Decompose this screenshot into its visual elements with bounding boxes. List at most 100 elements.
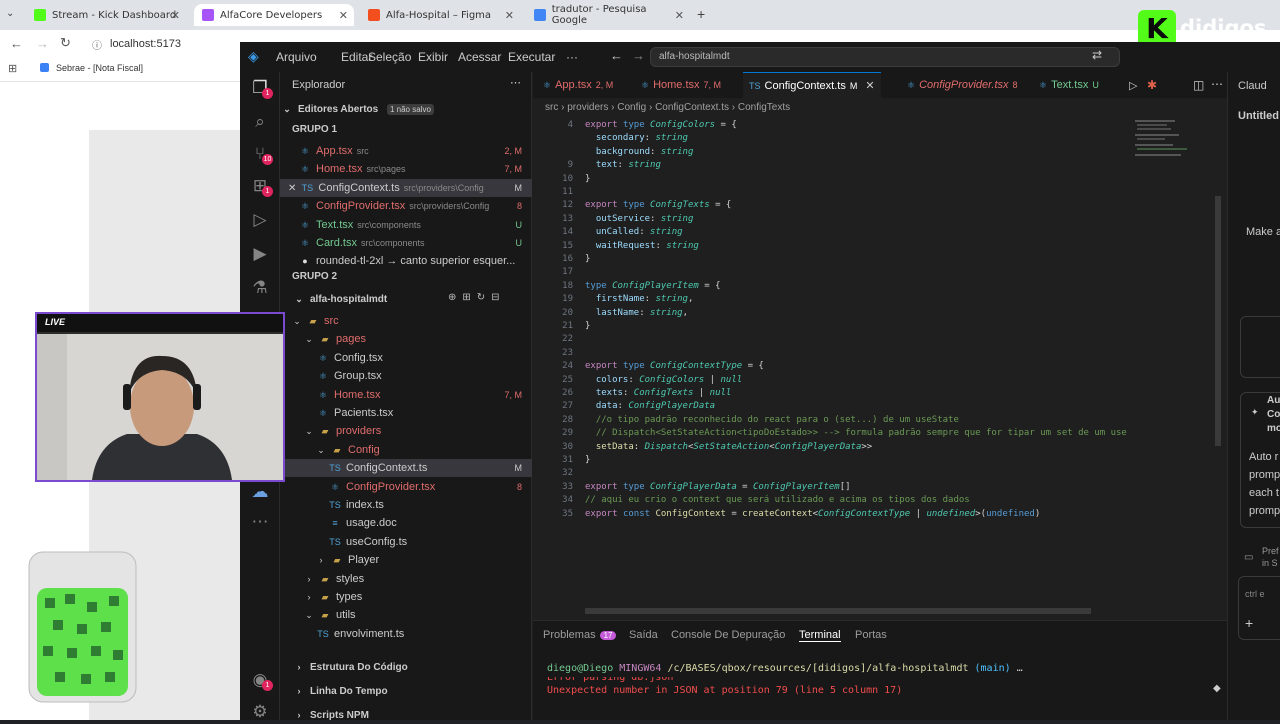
open-editor-item[interactable]: ⚛ ConfigProvider.tsx src\providers\Config 8 [280, 197, 532, 215]
menu-item[interactable]: Arquivo [276, 50, 317, 64]
folder-item[interactable]: ⌄ ▰ src [280, 312, 532, 330]
close-tab-icon[interactable]: ✕ [675, 9, 684, 22]
panel-tab[interactable]: Saída [629, 629, 658, 641]
settings-gear-icon[interactable]: ⚙ [250, 702, 270, 722]
folder-item[interactable]: › ▰ types [280, 588, 532, 606]
remote-icon[interactable]: ▶ [250, 244, 270, 264]
apps-grid-icon[interactable]: ⊞ [8, 62, 17, 75]
more-icon[interactable]: ⋯ [250, 512, 270, 532]
editor-tab[interactable]: ⚛ ConfigProvider.tsx 8 [901, 72, 1024, 98]
command-center-search[interactable]: alfa-hospitalmdt [650, 47, 1120, 67]
panel-tab[interactable]: Portas [855, 629, 887, 641]
new-tab-icon[interactable]: + [697, 6, 705, 22]
breadcrumb-item[interactable]: ConfigContext.ts [655, 102, 729, 113]
editor-vertical-scrollbar[interactable] [1215, 196, 1221, 446]
copilot-icon[interactable]: ⇄ [1092, 48, 1102, 62]
close-tab-icon[interactable]: ✕ [171, 9, 180, 22]
editor-tab[interactable]: ⚛ App.tsx 2, M [537, 72, 619, 98]
explorer-icon[interactable]: ❐ 1 [250, 78, 273, 99]
group1-label: GRUPO 1 [292, 124, 338, 135]
site-info-icon[interactable]: ⓘ [92, 37, 102, 52]
folder-item[interactable]: › ▰ styles [280, 570, 532, 588]
file-item[interactable]: TS ConfigContext.ts M [280, 459, 532, 478]
breadcrumb-item[interactable]: Config [617, 102, 646, 113]
menu-item[interactable]: Acessar [458, 50, 501, 64]
menu-item[interactable]: ··· [566, 50, 578, 64]
panel-tab[interactable]: Terminal [799, 629, 841, 642]
tab-list-chevron-icon[interactable]: ⌄ [6, 8, 14, 19]
split-editor-icon[interactable]: ◫ [1193, 78, 1204, 92]
nav-forward-icon[interactable]: → [632, 48, 645, 63]
explorer-section-header[interactable]: › Estrutura Do Código [280, 658, 532, 676]
nav-back-icon[interactable]: ← [610, 48, 623, 63]
project-header[interactable]: ⌄ alfa-hospitalmdt [292, 290, 544, 308]
close-tab-icon[interactable]: ✕ [505, 9, 514, 22]
explorer-section-header[interactable]: › Linha Do Tempo [280, 682, 532, 700]
editor-tab[interactable]: TS ConfigContext.ts M ✕ [743, 72, 881, 98]
bookmark-item[interactable]: Sebrae - [Nota Fiscal] [56, 63, 143, 73]
menu-item[interactable]: Executar [508, 50, 555, 64]
folder-item[interactable]: ⌄ ▰ utils [280, 606, 532, 624]
file-item[interactable]: ⚛ ConfigProvider.tsx 8 [280, 478, 532, 496]
docker-icon[interactable]: ☁ [250, 482, 270, 502]
folder-item[interactable]: ⌄ ▰ pages [280, 330, 532, 348]
back-icon[interactable]: ← [10, 36, 23, 51]
panel-tab[interactable]: Problemas 17 [543, 629, 617, 641]
testing-icon[interactable]: ⚗ [250, 278, 270, 298]
close-tab-icon[interactable]: ✕ [865, 80, 874, 92]
menu-item[interactable]: Exibir [418, 50, 448, 64]
file-item[interactable]: TS useConfig.ts [280, 533, 532, 551]
breadcrumb-item[interactable]: providers [567, 102, 608, 113]
browser-tab[interactable]: Alfa-Hospital – Figma ✕ [360, 4, 520, 26]
panel-tab[interactable]: Console De Depuração [671, 629, 785, 641]
editor-tab[interactable]: ⚛ Text.tsx U [1033, 72, 1105, 98]
open-editor-item[interactable]: ⚛ App.tsx src 2, M [280, 142, 532, 160]
chat-suggestion[interactable]: ✦ Au Co mo Auto r promp each t promp [1240, 392, 1280, 528]
file-item[interactable]: ⚛ Pacients.tsx [280, 404, 532, 422]
explorer-more-icon[interactable]: ⋯ [510, 76, 521, 89]
code-line: setData: Dispatch<SetStateAction<ConfigP… [595, 441, 873, 452]
address-bar[interactable]: localhost:5173 [110, 38, 181, 50]
close-icon[interactable]: ✕ [288, 183, 296, 194]
browser-tab[interactable]: AlfaCore Developers ✕ [194, 4, 354, 26]
file-item[interactable]: ⚛ Group.tsx [280, 367, 532, 385]
explorer-section-header[interactable]: › Scripts NPM [280, 706, 532, 724]
open-editor-item[interactable]: ⚛ Card.tsx src\components U [280, 234, 532, 252]
file-item[interactable]: ⚛ Config.tsx [280, 349, 532, 367]
extensions-icon[interactable]: ⊞ 1 [250, 176, 273, 197]
source-control-icon[interactable]: ⑂ 10 [250, 144, 273, 165]
breadcrumb-item[interactable]: ConfigTexts [738, 102, 790, 113]
open-editor-item[interactable]: ⚛ Home.tsx src\pages 7, M [280, 160, 532, 178]
file-item[interactable]: ⚛ Home.tsx 7, M [280, 386, 532, 404]
explorer-actions-icon[interactable]: ⊕⊞↻⊟ [448, 292, 506, 303]
extension-action-icon[interactable]: ✱ [1147, 78, 1157, 92]
editor-horizontal-scrollbar[interactable] [585, 608, 1091, 614]
minimap[interactable] [1133, 118, 1213, 178]
terminal-icon[interactable]: ◆ [1213, 683, 1221, 694]
editor-tab[interactable]: ⚛ Home.tsx 7, M [635, 72, 727, 98]
editor-more-icon[interactable]: ⋯ [1211, 77, 1223, 91]
folder-item[interactable]: ⌄ ▰ providers [280, 422, 532, 440]
browser-tab[interactable]: Stream - Kick Dashboard ✕ [26, 4, 186, 26]
reload-icon[interactable]: ↻ [60, 35, 71, 51]
file-item[interactable]: TS index.ts [280, 496, 532, 514]
close-tab-icon[interactable]: ✕ [339, 9, 348, 22]
code-view[interactable]: 4 export type ConfigColors = { secondary:… [533, 118, 1227, 618]
account-icon[interactable]: ◉ 1 [250, 670, 273, 691]
run-debug-icon[interactable]: ▷ [250, 210, 270, 230]
browser-tab[interactable]: tradutor - Pesquisa Google ✕ [526, 4, 690, 26]
file-item[interactable]: ≡ usage.doc [280, 514, 532, 532]
breadcrumb-item[interactable]: src [545, 102, 558, 113]
chat-input[interactable]: ctrl e + [1238, 576, 1280, 640]
menu-item[interactable]: Seleção [368, 50, 411, 64]
run-icon[interactable]: ▷ [1129, 79, 1137, 92]
open-editor-item[interactable]: ✕ TS ConfigContext.ts src\providers\Config M [280, 178, 532, 197]
open-editor-item[interactable]: ⚛ Text.tsx src\components U [280, 216, 532, 234]
folder-item[interactable]: ⌄ ▰ Config [280, 441, 532, 459]
search-icon[interactable]: ⌕ [250, 112, 270, 132]
forward-icon[interactable]: → [36, 36, 49, 51]
add-context-icon[interactable]: + [1245, 615, 1253, 631]
file-item[interactable]: TS envolviment.ts [280, 625, 532, 643]
open-editors-header[interactable]: ⌄ Editores Abertos 1 não salvo [280, 100, 532, 118]
folder-item[interactable]: › ▰ Player [280, 551, 532, 569]
